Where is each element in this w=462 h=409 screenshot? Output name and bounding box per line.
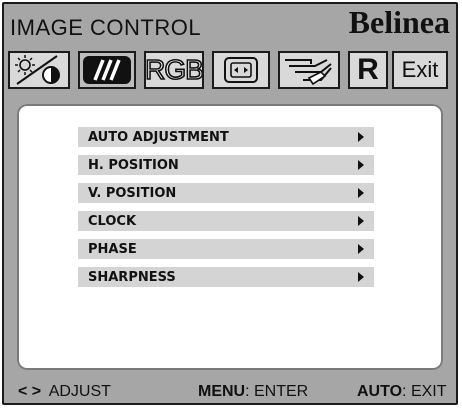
tab-exit[interactable]: Exit — [392, 51, 448, 89]
setup-hand-icon — [285, 59, 332, 86]
chevron-right-icon — [358, 188, 364, 198]
menu-item-label: PHASE — [88, 241, 137, 257]
menu-item-h-position[interactable]: H. POSITION — [78, 155, 374, 175]
menu-key: MENU — [198, 383, 246, 400]
toolbar: RGB R Exit — [8, 51, 448, 91]
menu-item-label: CLOCK — [88, 213, 137, 229]
menu-item-clock[interactable]: CLOCK — [78, 211, 374, 231]
tab-setup[interactable] — [278, 51, 340, 89]
adjust-hint: < > ADJUST — [18, 383, 111, 401]
chevron-right-icon — [358, 244, 364, 254]
brand-logo: Belinea — [348, 4, 450, 40]
tab-image-control[interactable] — [78, 51, 136, 89]
auto-label: : EXIT — [402, 383, 447, 400]
exit-label: Exit — [401, 57, 439, 82]
image-control-icon — [83, 56, 131, 84]
tab-brightness-contrast[interactable] — [8, 51, 70, 89]
image-control-menu: AUTO ADJUSTMENT H. POSITION V. POSITION … — [78, 127, 374, 295]
reset-icon: R — [357, 53, 379, 86]
menu-label: : ENTER — [245, 383, 309, 400]
chevron-right-icon — [358, 216, 364, 226]
rgb-label: RGB — [145, 53, 203, 86]
menu-item-phase[interactable]: PHASE — [78, 239, 374, 259]
footer-hints: < > ADJUST MENU: ENTER AUTO: EXIT — [0, 383, 462, 409]
menu-item-v-position[interactable]: V. POSITION — [78, 183, 374, 203]
adjust-keys: < > — [18, 383, 42, 400]
auto-hint: AUTO: EXIT — [357, 383, 447, 401]
chevron-right-icon — [358, 132, 364, 142]
tab-reset[interactable]: R — [348, 51, 388, 89]
page-title: IMAGE CONTROL — [10, 15, 202, 40]
menu-item-label: H. POSITION — [88, 157, 179, 173]
chevron-right-icon — [358, 272, 364, 282]
brightness-contrast-icon — [15, 55, 60, 85]
menu-item-label: AUTO ADJUSTMENT — [88, 129, 229, 145]
tab-geometry[interactable] — [212, 51, 270, 89]
menu-item-label: SHARPNESS — [88, 269, 176, 285]
menu-item-auto-adjustment[interactable]: AUTO ADJUSTMENT — [78, 127, 374, 147]
tab-rgb[interactable]: RGB — [144, 51, 204, 89]
auto-key: AUTO — [357, 383, 403, 400]
geometry-icon — [224, 57, 258, 83]
menu-item-sharpness[interactable]: SHARPNESS — [78, 267, 374, 287]
menu-item-label: V. POSITION — [88, 185, 177, 201]
adjust-label: ADJUST — [48, 383, 111, 400]
chevron-right-icon — [358, 160, 364, 170]
menu-hint: MENU: ENTER — [198, 383, 308, 401]
